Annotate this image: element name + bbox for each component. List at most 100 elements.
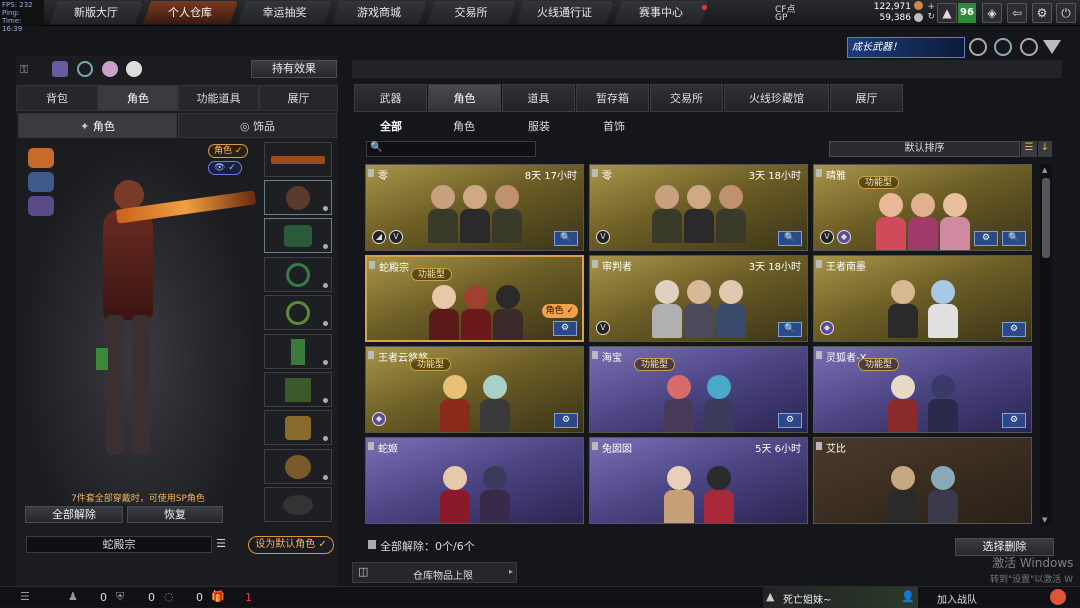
card-ling-1[interactable]: 零 8天 17小时 ◢ V 🔍 [365, 164, 584, 251]
add-cf-icon[interactable]: + [927, 2, 935, 12]
exit-icon[interactable]: ⇦ [1007, 3, 1027, 23]
inspect-button[interactable]: 🔍 [1002, 231, 1026, 246]
rtab-items[interactable]: 道具 [502, 84, 575, 112]
clan-shield-icon[interactable]: ◈ [982, 3, 1002, 23]
style-icon-purple[interactable] [28, 196, 54, 216]
nav-tab-exchange[interactable]: 交易所 [427, 1, 516, 24]
role-tag[interactable]: 角色 ✓ [208, 144, 249, 158]
list-view-icon[interactable]: ☰ [1021, 141, 1037, 157]
join-team-link[interactable]: 加入战队 [937, 591, 977, 606]
sort-dropdown[interactable]: 默认排序 [829, 141, 1020, 157]
rtab-weapon[interactable]: 武器 [354, 84, 427, 112]
card-qingya[interactable]: 晴雅 功能型 V ◆ ⚙ 🔍 [813, 164, 1032, 251]
scroll-down-icon[interactable]: ▼ [1042, 516, 1047, 524]
chat-icon[interactable]: ◌ [164, 590, 174, 603]
gear-icon[interactable]: ⚙ [1032, 3, 1052, 23]
slot-weapon[interactable] [264, 142, 332, 177]
style-icon-orange[interactable] [28, 148, 54, 168]
inspect-button[interactable]: 🔍 [778, 322, 802, 337]
nav-tab-lobby[interactable]: 新版大厅 [50, 1, 143, 24]
app-logo-icon[interactable] [1050, 589, 1066, 605]
slot-emblem-2[interactable] [264, 295, 332, 330]
subtab-character[interactable]: ✦ 角色 [18, 113, 177, 138]
category-costume[interactable]: 服装 [528, 118, 550, 136]
menu-icon[interactable]: ☰ [214, 536, 228, 553]
globe-icon[interactable] [994, 38, 1012, 56]
card-sheji[interactable]: 蛇姬 [365, 437, 584, 524]
slot-grenade[interactable] [264, 334, 332, 369]
w-logo-icon[interactable] [1043, 40, 1061, 54]
v-badge-icon[interactable] [969, 38, 987, 56]
nav-tab-events[interactable]: 赛事中心 [614, 1, 709, 24]
nav-tab-warehouse[interactable]: 个人仓库 [143, 1, 238, 24]
slot-badge-bronze[interactable] [264, 449, 332, 484]
inspect-button[interactable]: 🔍 [778, 231, 802, 246]
player-status[interactable]: ▲ 死亡姐妹~ 👤 [763, 587, 918, 608]
rtab-collection[interactable]: 火线珍藏馆 [724, 84, 829, 112]
power-icon[interactable]: ⏻ [1056, 3, 1076, 23]
cycle-icon[interactable] [77, 61, 93, 77]
nav-tab-lucky-draw[interactable]: 幸运抽奖 [238, 1, 332, 24]
card-ling-2[interactable]: 零 3天 18小时 V 🔍 [589, 164, 808, 251]
card-linghuzhe-x[interactable]: 灵狐者-X 功能型 ⚙ [813, 346, 1032, 433]
slot-mask[interactable] [264, 218, 332, 253]
card-wangzhe-yunyouyou[interactable]: 王者云悠悠 功能型 ◆ ⚙ [365, 346, 584, 433]
restore-button[interactable]: 恢复 [127, 506, 223, 523]
set-default-character-button[interactable]: 设为默认角色 ✓ [248, 536, 334, 554]
key-icon[interactable]: ⚿ [20, 63, 38, 76]
slot-vest[interactable] [264, 372, 332, 407]
rank-icon[interactable]: ▲ [937, 3, 957, 23]
inspect-button[interactable]: 🔍 [554, 231, 578, 246]
character-preview[interactable]: 角色 ✓ 👁 ✓ [18, 140, 258, 505]
gear-button[interactable]: ⚙ [974, 231, 998, 246]
list-icon[interactable]: ☰ [20, 590, 30, 603]
nav-tab-shop[interactable]: 游戏商城 [332, 1, 427, 24]
rtab-stash[interactable]: 暂存箱 [576, 84, 649, 112]
card-aibi[interactable]: 艾比 [813, 437, 1032, 524]
growth-weapon-banner[interactable]: 成长武器！ [847, 37, 965, 58]
gear-button[interactable]: ⚙ [1002, 413, 1026, 428]
shield-icon[interactable]: ⛨ [116, 590, 124, 604]
search-input[interactable]: 🔍 [366, 141, 536, 157]
eye-tag[interactable]: 👁 ✓ [208, 161, 242, 175]
nav-tab-pass[interactable]: 火线通行证 [516, 1, 614, 24]
card-shediancong[interactable]: 蛇殿宗 功能型 角色 ✓ ⚙ [365, 255, 584, 342]
team-icon[interactable]: ♟ [68, 590, 78, 603]
bag-icon[interactable] [126, 61, 142, 77]
rtab-showroom[interactable]: 展厅 [830, 84, 903, 112]
gear-button[interactable]: ⚙ [554, 413, 578, 428]
slot-head[interactable] [264, 180, 332, 215]
tab-showroom[interactable]: 展厅 [259, 85, 338, 111]
scrollbar-thumb[interactable] [1042, 178, 1050, 258]
gift-icon[interactable]: 🎁 [211, 590, 225, 603]
spray-icon[interactable] [102, 61, 118, 77]
gear-button[interactable]: ⚙ [553, 321, 577, 336]
tab-character[interactable]: 角色 [98, 85, 178, 111]
card-haibao[interactable]: 海宝 功能型 ⚙ [589, 346, 808, 433]
card-scrollbar[interactable]: ▲ ▼ [1040, 164, 1052, 526]
refresh-icon[interactable]: ↻ [927, 12, 935, 22]
subtab-accessory[interactable]: ◎ 饰品 [178, 113, 337, 138]
rtab-exchange[interactable]: 交易所 [650, 84, 723, 112]
chart-icon[interactable] [52, 61, 68, 77]
held-effects-button[interactable]: 持有效果 [251, 60, 337, 78]
unequip-all-button[interactable]: 全部解除 [25, 506, 123, 523]
slot-emblem-1[interactable] [264, 257, 332, 292]
sort-direction-icon[interactable]: ↓ [1038, 141, 1052, 157]
card-shenpanzhe[interactable]: 审判者 3天 18小时 V 🔍 [589, 255, 808, 342]
category-jewelry[interactable]: 首饰 [603, 118, 625, 136]
tab-backpack[interactable]: 背包 [16, 85, 98, 111]
card-wangzhe-nanmo[interactable]: 王者南墨 ◆ ⚙ [813, 255, 1032, 342]
slot-badge-gold[interactable] [264, 410, 332, 445]
slot-empty[interactable] [264, 487, 332, 522]
style-icon-blue[interactable] [28, 172, 54, 192]
category-character[interactable]: 角色 [453, 118, 475, 136]
rtab-character[interactable]: 角色 [428, 84, 501, 112]
storage-limit-bar[interactable]: ◫ 仓库物品上限 ▸ [352, 562, 517, 583]
gear-button[interactable]: ⚙ [778, 413, 802, 428]
gear-button[interactable]: ⚙ [1002, 322, 1026, 337]
tab-function-items[interactable]: 功能道具 [178, 85, 259, 111]
card-tunannan[interactable]: 兔囡囡 5天 6小时 [589, 437, 808, 524]
category-all[interactable]: 全部 [380, 118, 402, 136]
emblem-icon[interactable] [1020, 38, 1038, 56]
